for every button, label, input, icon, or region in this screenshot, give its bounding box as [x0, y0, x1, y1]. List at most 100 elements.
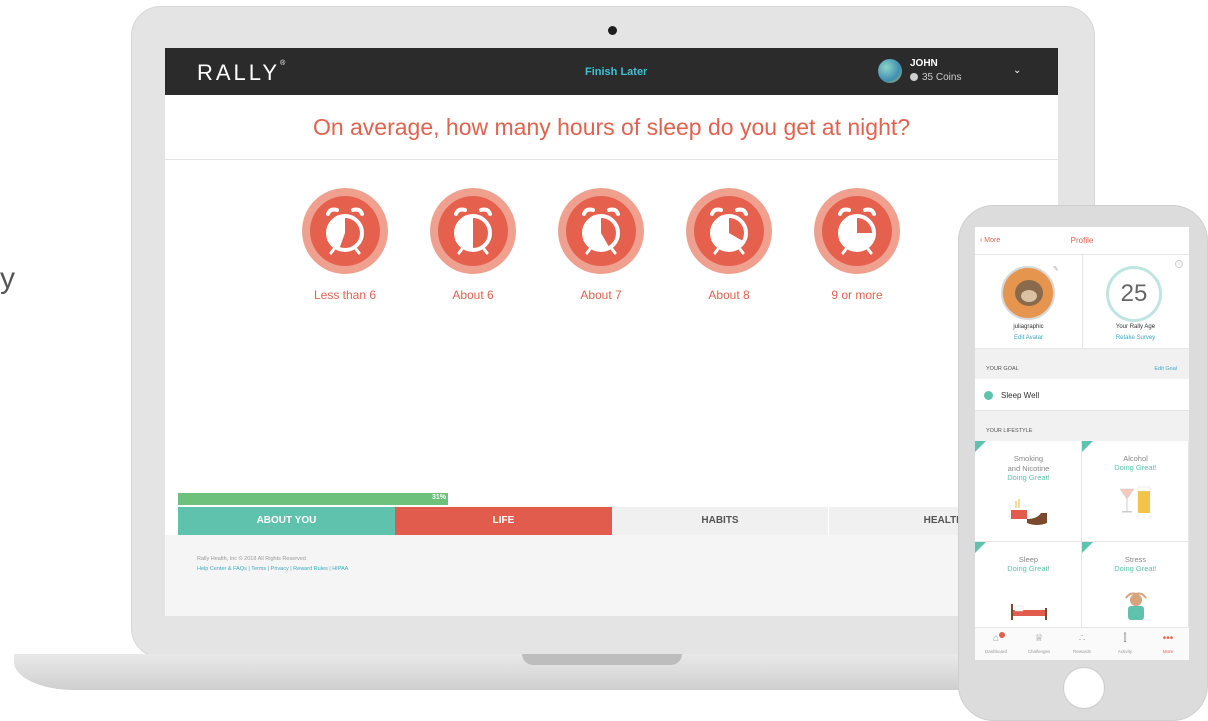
laptop-notch [522, 654, 682, 665]
alarm-clock-icon [838, 207, 876, 255]
edge-text: y [0, 262, 15, 295]
mobile-screen: ‹ More Profile ✎ juliagraphic Edit Avata… [975, 227, 1189, 660]
answer-option-circle[interactable] [302, 188, 388, 274]
bed-icon [1011, 604, 1047, 620]
answer-option[interactable]: About 7 [556, 188, 646, 302]
drinks-icon [1119, 486, 1151, 513]
activity-icon: ⫿ [1123, 633, 1127, 644]
mobile-header: ‹ More Profile [975, 227, 1189, 255]
rally-age-label: Your Rally Age [1115, 324, 1156, 330]
answer-option-label: Less than 6 [313, 288, 377, 302]
tab-label: More [1162, 649, 1174, 654]
finish-later-link[interactable]: Finish Later [585, 66, 647, 78]
card-status: Doing Great! [1114, 564, 1157, 573]
home-button[interactable] [1063, 667, 1105, 709]
tab-challenges[interactable]: ♕ Challenges [1018, 632, 1060, 654]
answer-option-circle[interactable] [430, 188, 516, 274]
card-corner [1082, 542, 1093, 553]
your-goal-label: YOUR GOAL [986, 366, 1019, 372]
camera-icon [608, 26, 617, 35]
desktop-screen: RALLY® Finish Later JOHN 35 Coins ⌄ On a… [165, 48, 1058, 616]
rewards-icon: ∴ [1078, 633, 1086, 644]
card-corner [975, 441, 986, 452]
mobile-tab-bar: ⌂ Dashboard ♕ Challenges ∴ Rewards ⫿ Act… [975, 627, 1189, 660]
answer-option-circle[interactable] [814, 188, 900, 274]
notification-badge [999, 632, 1005, 638]
progress-label: 31% [431, 494, 446, 501]
user-avatar[interactable] [878, 59, 902, 83]
answer-option[interactable]: Less than 6 [300, 188, 390, 302]
tab-rewards[interactable]: ∴ Rewards [1061, 632, 1103, 654]
answer-option[interactable]: 9 or more [812, 188, 902, 302]
avatar[interactable] [1001, 266, 1055, 320]
tab-activity[interactable]: ⫿ Activity [1104, 632, 1146, 654]
retake-survey-link[interactable]: Retake Survey [1082, 335, 1189, 341]
relaxed-person-icon [1125, 592, 1147, 620]
answer-option-label: 9 or more [831, 288, 883, 302]
cigarette-pipe-icon [1011, 499, 1047, 525]
rally-logo[interactable]: RALLY® [197, 60, 285, 86]
check-icon [984, 391, 993, 400]
card-corner [1082, 441, 1093, 452]
goal-section-header: YOUR GOAL Edit Goal [975, 349, 1189, 379]
edit-goal-link[interactable]: Edit Goal [1154, 366, 1177, 372]
tab-dashboard[interactable]: ⌂ Dashboard [975, 632, 1017, 654]
chevron-down-icon[interactable]: ⌄ [1013, 65, 1021, 76]
answer-option-inner [694, 196, 764, 266]
copyright: Rally Health, Inc © 2018 All Rights Rese… [197, 556, 306, 562]
answer-option-label: About 6 [452, 288, 494, 302]
card-status: Doing Great! [1007, 473, 1050, 482]
coin-balance: 35 Coins [910, 72, 961, 83]
alarm-clock-icon [582, 207, 620, 255]
answer-option-circle[interactable] [558, 188, 644, 274]
card-title: Smoking and Nicotine [975, 454, 1082, 474]
card-title-line: and Nicotine [1007, 464, 1050, 473]
tab-habits[interactable]: HABITS [612, 507, 829, 535]
tab-about-you[interactable]: ABOUT YOU [178, 507, 395, 535]
answer-option[interactable]: About 6 [428, 188, 518, 302]
profile-summary: ✎ juliagraphic Edit Avatar 25 i Your Ral… [975, 255, 1189, 349]
username: juliagraphic [1013, 324, 1044, 330]
avatar-snout [1021, 290, 1037, 302]
marketing-stage: y RALLY® Finish Later JOHN 35 Coins ⌄ On… [0, 0, 1208, 721]
tab-label: Dashboard [984, 649, 1007, 654]
alarm-clock-icon [454, 207, 492, 255]
card-status: Doing Great! [1114, 463, 1157, 472]
dashboard-icon: ⌂ [992, 633, 1000, 644]
answer-option-label: About 7 [580, 288, 622, 302]
tab-more[interactable]: ••• More [1147, 632, 1189, 654]
progress-bar: 31% [178, 493, 448, 505]
info-icon[interactable]: i [1175, 260, 1183, 268]
card-title-line: Smoking [1013, 454, 1044, 463]
lifestyle-section-header: YOUR LIFESTYLE [975, 411, 1189, 441]
alarm-clock-icon [326, 207, 364, 255]
rally-age-value: 25 [1120, 280, 1148, 307]
tab-life[interactable]: LIFE [395, 507, 612, 535]
footer-links[interactable]: Help Center & FAQs | Terms | Privacy | R… [197, 566, 348, 572]
lifestyle-card-alcohol[interactable]: Alcohol Doing Great! [1082, 441, 1189, 542]
answer-option-label: About 8 [708, 288, 750, 302]
user-name: JOHN [910, 58, 938, 69]
survey-question: On average, how many hours of sleep do y… [312, 114, 911, 140]
more-icon: ••• [1162, 633, 1174, 644]
tab-label: Challenges [1027, 649, 1051, 654]
trophy-icon: ♕ [1034, 633, 1044, 644]
top-bar: RALLY® Finish Later JOHN 35 Coins ⌄ [165, 48, 1058, 95]
lifestyle-card-smoking[interactable]: Smoking and Nicotine Doing Great! [975, 441, 1082, 542]
card-corner [975, 542, 986, 553]
answer-option-inner [822, 196, 892, 266]
rally-age-ring: 25 [1106, 266, 1162, 322]
logo-text: RALLY [197, 60, 281, 85]
tab-label: Activity [1117, 649, 1133, 654]
answer-option-inner [310, 196, 380, 266]
pencil-icon[interactable]: ✎ [1053, 265, 1059, 273]
your-lifestyle-label: YOUR LIFESTYLE [986, 428, 1033, 434]
registered-mark: ® [280, 60, 286, 67]
goal-row[interactable]: Sleep Well [975, 379, 1189, 411]
mobile-title: Profile [1070, 236, 1094, 245]
answer-option[interactable]: About 8 [684, 188, 774, 302]
goal-text: Sleep Well [1001, 391, 1040, 400]
answer-option-circle[interactable] [686, 188, 772, 274]
edit-avatar-link[interactable]: Edit Avatar [975, 335, 1082, 341]
section-tabs: ABOUT YOU LIFE HABITS HEALTH [178, 507, 1058, 535]
